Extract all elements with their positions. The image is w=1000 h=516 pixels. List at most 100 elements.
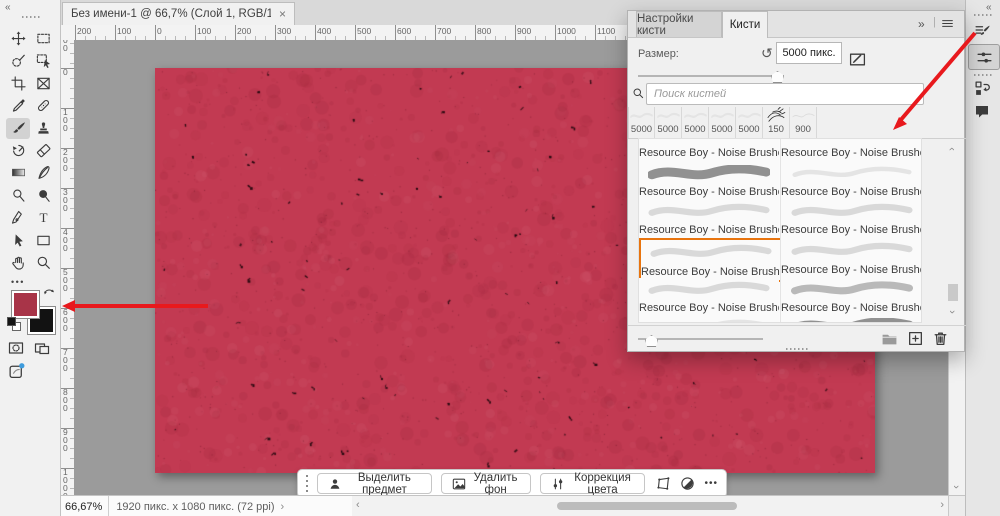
adjustment-icon[interactable] <box>680 476 695 491</box>
color-correction-button[interactable]: Коррекция цвета <box>540 473 646 494</box>
size-input[interactable]: 5000 пикс. <box>776 42 842 64</box>
ruler-left-tick: 0 <box>63 68 68 76</box>
recent-brush[interactable]: 5000 <box>736 107 763 138</box>
path-selection-tool[interactable] <box>6 230 30 251</box>
recent-brush[interactable]: 5000 <box>655 107 682 138</box>
recent-brush-size: 5000 <box>736 124 762 136</box>
crop-tool[interactable] <box>6 73 30 94</box>
search-input[interactable]: Поиск кистей <box>646 83 924 105</box>
new-brush-icon[interactable] <box>907 330 924 347</box>
eraser-tool[interactable] <box>31 140 55 161</box>
recent-brush[interactable]: 5000 <box>709 107 736 138</box>
default-colors-icon[interactable] <box>7 317 21 331</box>
brush-tool[interactable] <box>6 118 30 139</box>
brush-list-item[interactable]: Resource Boy - Noise Brushes <box>639 139 779 162</box>
brush-thumbnail <box>639 316 779 323</box>
brush-list-item[interactable]: Resource Boy - Noise Brushes <box>639 200 779 239</box>
scroll-left-icon[interactable]: ‹ <box>356 500 360 510</box>
move-tool[interactable] <box>6 28 30 49</box>
brush-list-item[interactable]: Resource Boy - Noise Brushes <box>639 278 779 317</box>
panel-collapse-icon[interactable]: » <box>918 17 925 31</box>
brush-thumbnail <box>781 161 922 184</box>
transform-icon[interactable] <box>656 476 671 491</box>
comments-panel-icon[interactable] <box>974 103 990 119</box>
scroll-down-icon[interactable]: › <box>951 485 961 489</box>
recent-brush-thumbnail <box>709 107 735 124</box>
brush-list-item[interactable]: Resource Boy - Noise Brushes <box>639 161 779 201</box>
history-panel-icon[interactable] <box>974 80 991 97</box>
size-reset-icon[interactable]: ↺ <box>761 45 773 62</box>
select-subject-button[interactable]: Выделить предмет <box>317 473 431 494</box>
tab-brush-settings[interactable]: Настройки кисти <box>636 11 722 37</box>
foreground-color-swatch[interactable] <box>12 291 39 318</box>
brush-item-label: Resource Boy - Noise Brushes <box>781 186 922 198</box>
ruler-top-tick: 500 <box>357 26 371 36</box>
brushes-panel-icon[interactable] <box>968 44 1000 70</box>
gradient-tool[interactable] <box>6 162 30 183</box>
horizontal-scroll-thumb[interactable] <box>557 502 737 510</box>
frame-tool[interactable] <box>31 73 55 94</box>
hand-tool[interactable] <box>6 252 30 273</box>
status-bar: 66,67% 1920 пикс. x 1080 пикс. (72 ppi) … <box>60 495 352 516</box>
swap-colors-icon[interactable] <box>43 287 56 300</box>
zoom-level[interactable]: 66,67% <box>60 496 109 516</box>
preview-size-slider-thumb[interactable] <box>645 335 658 347</box>
toolbar-more-button[interactable]: ••• <box>11 277 25 287</box>
brush-list-item[interactable] <box>780 316 922 323</box>
new-group-folder-icon[interactable] <box>881 330 898 347</box>
quick-selection-tool[interactable] <box>6 50 30 71</box>
share-update-icon[interactable] <box>8 362 25 379</box>
recent-brush[interactable]: 5000 <box>628 107 655 138</box>
brush-list-item[interactable] <box>639 316 779 323</box>
tab-close-icon[interactable]: × <box>279 7 286 21</box>
healing-brush-tool[interactable] <box>31 95 55 116</box>
panel-resize-handle[interactable] <box>786 348 808 350</box>
remove-background-button[interactable]: Удалить фон <box>441 473 531 494</box>
list-scroll-up-icon[interactable]: › <box>947 147 957 151</box>
history-brush-tool[interactable] <box>6 140 30 161</box>
burn-tool[interactable] <box>31 185 55 206</box>
dodge-tool[interactable] <box>6 185 30 206</box>
recent-brush[interactable]: 900 <box>790 107 817 138</box>
scroll-right-icon[interactable]: › <box>940 500 944 510</box>
quick-mask-icon[interactable] <box>8 340 24 356</box>
brush-list-item[interactable]: Resource Boy - Noise Brushes <box>780 278 922 317</box>
brush-list-item[interactable]: Resource Boy - Noise Brushes <box>780 161 922 201</box>
delete-brush-icon[interactable] <box>932 330 949 347</box>
dock-drag-handle-1[interactable] <box>974 14 992 16</box>
brush-list-item-selected[interactable]: Resource Boy - Noise Brushes <box>639 238 783 282</box>
ruler-left-tick: 4 0 0 <box>63 228 68 252</box>
taskbar-more-button[interactable]: ••• <box>704 478 718 489</box>
tab-brushes[interactable]: Кисти <box>722 11 768 38</box>
object-selection-tool[interactable] <box>31 50 55 71</box>
collapse-dock-icon[interactable]: « <box>986 2 992 13</box>
taskbar-drag-handle[interactable] <box>306 475 308 493</box>
shape-tool[interactable] <box>31 230 55 251</box>
marquee-tool[interactable] <box>31 28 55 49</box>
size-slider-thumb[interactable] <box>771 71 784 83</box>
panel-tab-divider: | <box>933 16 936 28</box>
brush-settings-panel-icon[interactable] <box>974 22 991 39</box>
horizontal-scrollbar[interactable]: ‹ › <box>352 495 948 516</box>
document-tab[interactable]: Без имени-1 @ 66,7% (Слой 1, RGB/16#) * … <box>62 2 295 25</box>
screen-mode-icon[interactable] <box>34 340 50 356</box>
panel-menu-icon[interactable] <box>941 17 954 30</box>
brush-list-item[interactable]: Resource Boy - Noise Brushes <box>780 238 922 279</box>
brush-thumbnail <box>639 278 779 300</box>
zoom-tool[interactable] <box>31 252 55 273</box>
eyedropper-tool[interactable] <box>6 95 30 116</box>
smudge-tool[interactable] <box>31 162 55 183</box>
recent-brush[interactable]: 150 <box>763 107 790 138</box>
type-tool[interactable]: T <box>31 207 55 228</box>
recent-brush[interactable]: 5000 <box>682 107 709 138</box>
list-scroll-thumb[interactable] <box>948 284 958 301</box>
size-slider[interactable] <box>638 75 778 77</box>
status-chevron-icon[interactable]: › <box>281 502 285 512</box>
brush-list-item[interactable]: Resource Boy - Noise Brushes <box>780 200 922 239</box>
dock-drag-handle-2[interactable] <box>974 74 992 76</box>
pen-tool[interactable] <box>6 207 30 228</box>
list-scroll-down-icon[interactable]: › <box>947 310 957 314</box>
clone-stamp-tool[interactable] <box>31 118 55 139</box>
brush-preview-toggle-icon[interactable] <box>849 51 866 68</box>
brush-list-item[interactable]: Resource Boy - Noise Brushes <box>780 139 922 162</box>
